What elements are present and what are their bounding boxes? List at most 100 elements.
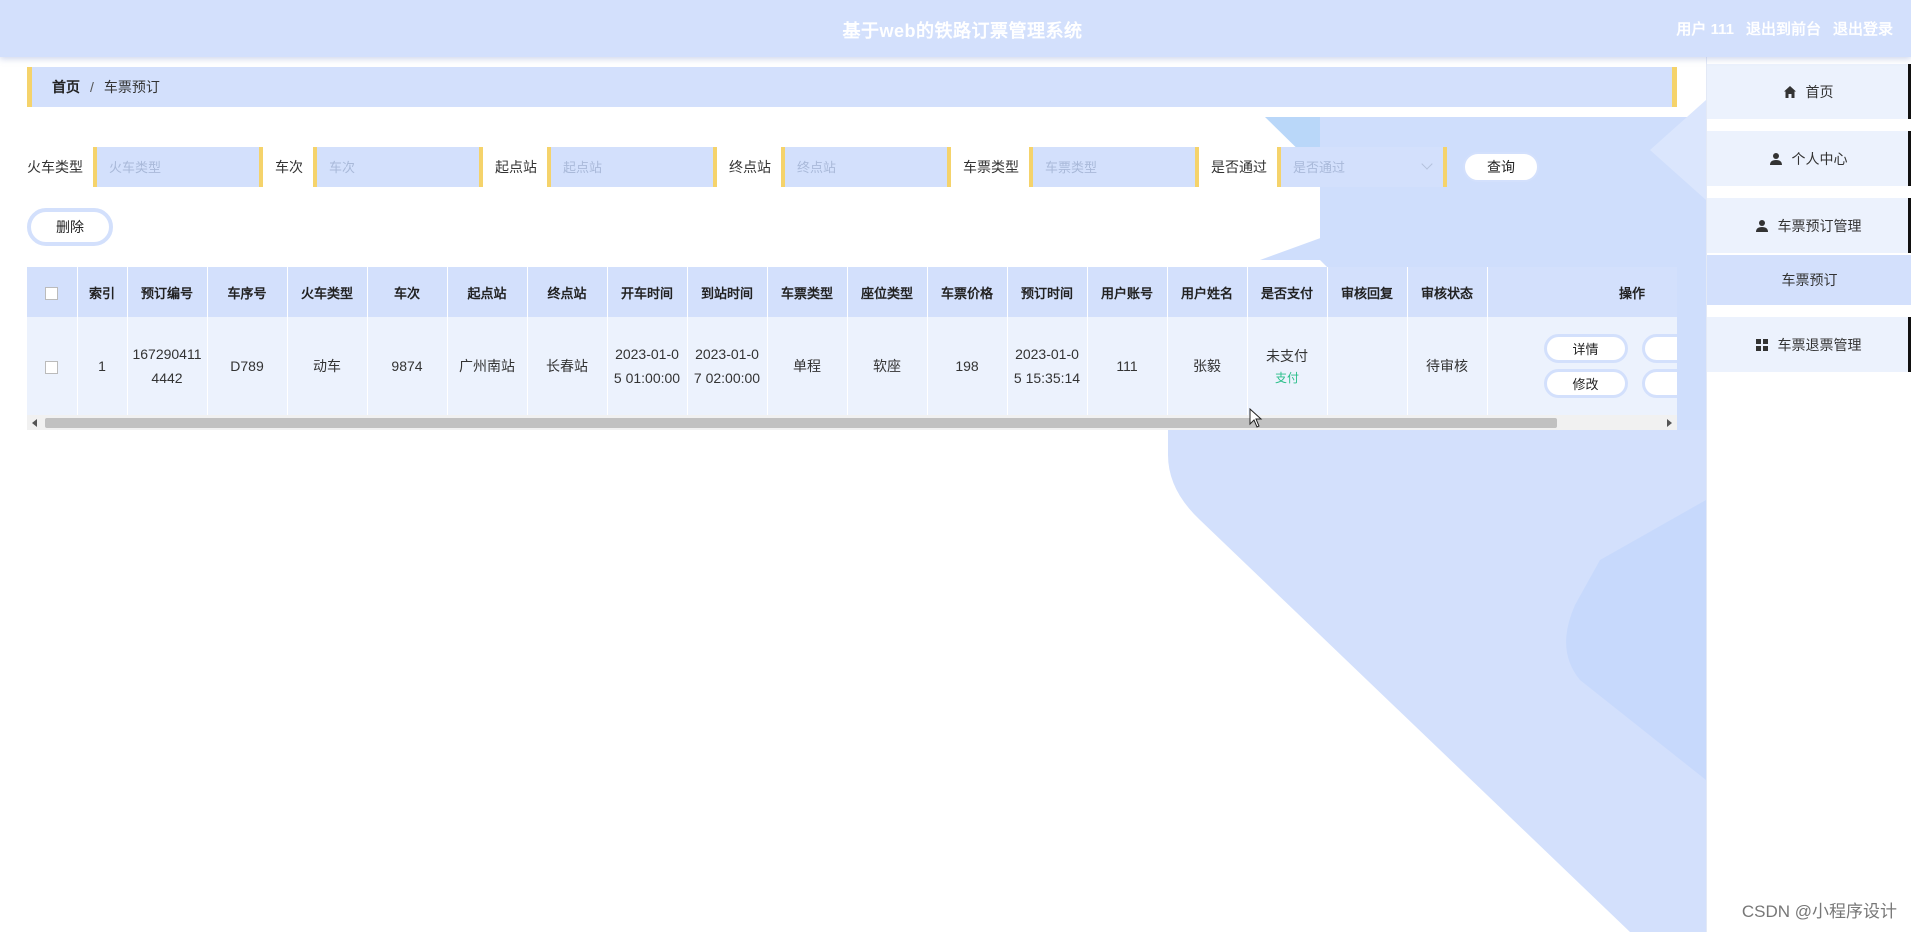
from-station-input[interactable]	[551, 147, 713, 187]
sidebar-item-label: 首页	[1805, 83, 1834, 100]
approved-select[interactable]	[1277, 147, 1447, 187]
header-index: 索引	[77, 267, 128, 317]
sidebar-subitem-booking[interactable]: 车票预订	[1707, 255, 1911, 305]
cell-seat-type: 软座	[847, 317, 928, 415]
row-delete-button[interactable]: 删	[1641, 369, 1677, 398]
sidebar-item-label: 车票退票管理	[1777, 336, 1862, 353]
header-ops: 操作	[1487, 267, 1677, 317]
cell-depart: 2023-01-05 01:00:00	[607, 317, 688, 415]
breadcrumb-home[interactable]: 首页	[52, 77, 80, 97]
cell-status: 待审核	[1407, 317, 1488, 415]
background-shapes	[1168, 100, 1706, 932]
header-arrive: 到站时间	[687, 267, 768, 317]
row-checkbox[interactable]	[45, 360, 59, 374]
delete-button[interactable]: 删除	[27, 208, 113, 246]
cell-index: 1	[77, 317, 128, 415]
train-no-field	[313, 147, 483, 187]
header-reply: 审核回复	[1327, 267, 1408, 317]
sidebar-item-home[interactable]: 首页	[1707, 64, 1911, 119]
cell-car-no: D789	[207, 317, 288, 415]
header-name: 用户姓名	[1167, 267, 1248, 317]
sidebar-item-label: 车票预订	[1781, 272, 1838, 288]
sidebar-item-booking-management[interactable]: 车票预订管理	[1707, 198, 1911, 253]
data-table: 索引 预订编号 车序号 火车类型 车次 起点站 终点站 开车时间 到站时间 车票…	[27, 267, 1677, 431]
scroll-left-icon[interactable]	[32, 419, 37, 427]
header-train-type: 火车类型	[287, 267, 368, 317]
search-bar: 火车类型 车次 起点站 终点站 车票类型 是否通过 查询	[27, 147, 1539, 187]
to-station-label: 终点站	[729, 159, 771, 175]
query-button[interactable]: 查询	[1463, 152, 1539, 182]
header-order-time: 预订时间	[1007, 267, 1088, 317]
cell-train-no: 9874	[367, 317, 448, 415]
cell-ops: 详情 退 修改 删	[1487, 317, 1677, 415]
horizontal-scrollbar[interactable]	[27, 415, 1677, 430]
sidebar-item-label: 个人中心	[1791, 150, 1848, 167]
header-ticket-type: 车票类型	[767, 267, 848, 317]
approved-label: 是否通过	[1211, 159, 1267, 175]
right-sidebar: 首页 个人中心 车票预订管理 车票预订 车票退票管理	[1706, 57, 1911, 932]
header-order-no: 预订编号	[127, 267, 208, 317]
cell-order-no-text: 1672904114442	[132, 346, 202, 386]
grid-icon	[1754, 337, 1770, 353]
cell-to: 长春站	[527, 317, 608, 415]
paid-status: 未支付	[1266, 348, 1308, 364]
cell-ticket-type: 单程	[767, 317, 848, 415]
cell-order-time: 2023-01-05 15:35:14	[1007, 317, 1088, 415]
cell-from: 广州南站	[447, 317, 528, 415]
cell-paid: 未支付 支付	[1247, 317, 1328, 415]
header-select-all[interactable]	[27, 267, 78, 317]
train-no-label: 车次	[275, 159, 303, 175]
header-car-no: 车序号	[207, 267, 288, 317]
edit-button[interactable]: 修改	[1543, 369, 1628, 398]
header-status: 审核状态	[1407, 267, 1488, 317]
train-type-label: 火车类型	[27, 159, 83, 175]
logout-link[interactable]: 退出登录	[1833, 18, 1893, 39]
sidebar-item-profile[interactable]: 个人中心	[1707, 131, 1911, 186]
scroll-right-icon[interactable]	[1667, 419, 1672, 427]
ticket-type-input[interactable]	[1033, 147, 1195, 187]
cell-price: 198	[927, 317, 1008, 415]
cell-order-no: 1672904114442	[127, 317, 208, 415]
to-station-input[interactable]	[785, 147, 947, 187]
sidebar-item-refund-management[interactable]: 车票退票管理	[1707, 317, 1911, 372]
cell-account: 111	[1087, 317, 1168, 415]
pay-link[interactable]: 支付	[1252, 368, 1323, 388]
ticket-type-label: 车票类型	[963, 159, 1019, 175]
breadcrumb-current: 车票预订	[103, 79, 160, 95]
select-all-checkbox[interactable]	[45, 286, 59, 300]
header-from: 起点站	[447, 267, 528, 317]
user-icon	[1754, 218, 1770, 234]
detail-button[interactable]: 详情	[1543, 334, 1628, 363]
header-price: 车票价格	[927, 267, 1008, 317]
exit-to-front-link[interactable]: 退出到前台	[1746, 18, 1821, 39]
scrollbar-thumb[interactable]	[45, 418, 1557, 428]
cell-train-type: 动车	[287, 317, 368, 415]
header-train-no: 车次	[367, 267, 448, 317]
header-seat-type: 座位类型	[847, 267, 928, 317]
from-station-label: 起点站	[495, 159, 537, 175]
train-no-input[interactable]	[317, 147, 479, 187]
user-area: 用户 111 退出到前台 退出登录	[1676, 18, 1893, 39]
to-station-field	[781, 147, 951, 187]
approved-select-input[interactable]	[1281, 147, 1443, 187]
from-station-field	[547, 147, 717, 187]
train-type-input[interactable]	[97, 147, 259, 187]
ticket-type-field	[1029, 147, 1199, 187]
row-select[interactable]	[27, 317, 78, 415]
train-type-field	[93, 147, 263, 187]
header-account: 用户账号	[1087, 267, 1168, 317]
user-label: 用户 111	[1676, 21, 1734, 38]
cell-order-time-text: 2023-01-05 15:35:14	[1013, 346, 1081, 386]
header-to: 终点站	[527, 267, 608, 317]
cell-arrive-text: 2023-01-07 02:00:00	[693, 346, 761, 386]
breadcrumb-separator: /	[90, 79, 94, 95]
sidebar-item-label: 车票预订管理	[1777, 217, 1862, 234]
cell-reply	[1327, 317, 1408, 415]
table-row: 1 1672904114442 D789 动车 9874 广州南站 长春站 20…	[27, 317, 1677, 415]
cell-arrive: 2023-01-07 02:00:00	[687, 317, 768, 415]
user-icon	[1768, 151, 1784, 167]
refund-button[interactable]: 退	[1641, 334, 1677, 363]
home-icon	[1782, 84, 1798, 100]
cell-name: 张毅	[1167, 317, 1248, 415]
header-depart: 开车时间	[607, 267, 688, 317]
